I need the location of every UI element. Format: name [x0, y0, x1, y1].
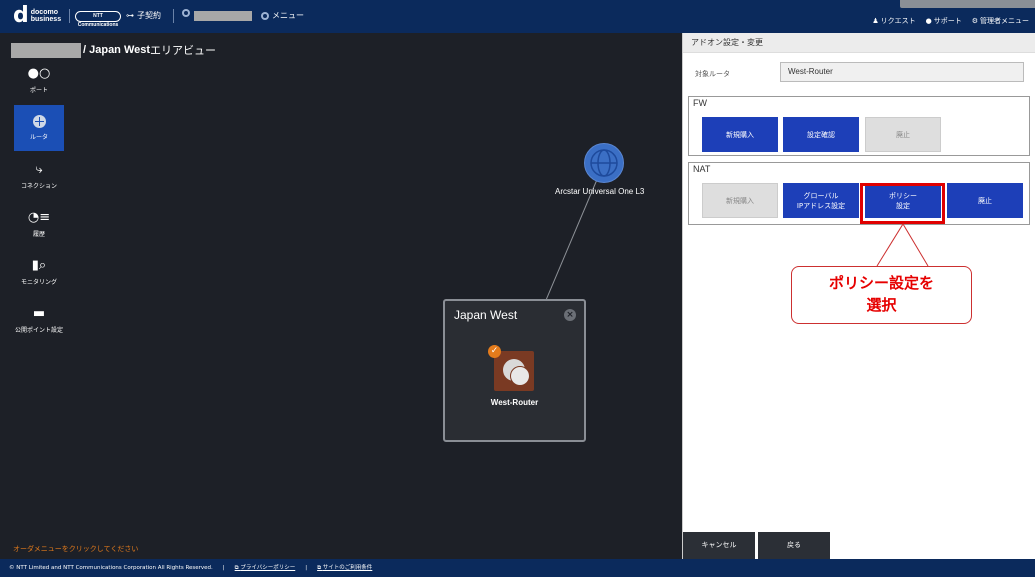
menu-label: メニュー: [272, 11, 304, 20]
question-icon: ●: [925, 17, 932, 25]
fw-settings-button[interactable]: 設定確認: [783, 117, 859, 152]
nat-purchase-button[interactable]: 新規購入: [702, 183, 778, 218]
panel-footer: キャンセル 戻る: [683, 532, 1035, 559]
nat-global-ip-button[interactable]: グローバル IPアドレス設定: [783, 183, 859, 218]
callout-line-2: 選択: [866, 296, 897, 314]
area-map[interactable]: / Japan West エリアビュー ●○ ポート ルータ ⤷ コネクション …: [0, 33, 682, 559]
breadcrumb: / Japan West エリアビュー: [11, 42, 216, 58]
terms-link[interactable]: ⧉ サイトのご利用条件: [317, 559, 372, 577]
nat-cancel-button[interactable]: 廃止: [947, 183, 1023, 218]
top-bar: d docomo business NTT Communications ⊶ 子…: [0, 0, 1035, 33]
panel-title: アドオン設定・変更: [683, 33, 1035, 53]
header-links: ♟ リクエスト ● サポート ⚙ 管理者メニュー: [872, 16, 1029, 26]
policy-button-highlight: [860, 183, 945, 224]
sidebar-item-monitoring[interactable]: ▮⌕ モニタリング: [6, 249, 72, 295]
history-icon: ◔≡: [27, 209, 51, 225]
fw-title: FW: [693, 98, 707, 108]
logo-text-2: business: [30, 16, 62, 23]
logo-text-1: docomo: [30, 9, 58, 16]
port-icon: ●○: [27, 65, 51, 81]
router-icon: [32, 115, 46, 128]
fw-purchase-button[interactable]: 新規購入: [702, 117, 778, 152]
footer: © NTT Limited and NTT Communications Cor…: [0, 559, 1035, 577]
sidebar-item-router[interactable]: ルータ: [14, 105, 64, 151]
check-icon: ✓: [488, 345, 501, 358]
masked-account-name: [194, 11, 252, 21]
breadcrumb-view: エリアビュー: [150, 45, 217, 57]
gear-icon: ⚙: [971, 17, 978, 25]
ntt-logo: NTT Communications: [75, 11, 121, 28]
contract-label: 子契約: [137, 11, 161, 20]
bell-icon: ♟: [872, 17, 879, 25]
support-link[interactable]: ● サポート: [926, 16, 962, 26]
logo-mark: d: [13, 3, 29, 28]
contract-icon: ⊶: [126, 11, 134, 20]
divider: [69, 9, 70, 23]
sidebar-item-history[interactable]: ◔≡ 履歴: [14, 201, 64, 247]
nat-title: NAT: [693, 164, 711, 174]
router-label: West-Router: [490, 398, 539, 407]
target-router-field: West-Router: [780, 62, 1024, 82]
contract-menu[interactable]: ⊶ 子契約: [126, 9, 161, 23]
monitoring-icon: ▮⌕: [31, 257, 47, 273]
router-node[interactable]: [494, 351, 534, 391]
target-router-label: 対象ルータ: [695, 70, 730, 78]
sidebar-item-publish-point[interactable]: ▬ 公開ポイント設定: [6, 297, 72, 343]
connection-icon: ⤷: [35, 161, 43, 177]
menu-button[interactable]: メニュー: [261, 9, 304, 23]
cloud-label: Arcstar Universal One L3: [555, 187, 645, 196]
menu-icon: [261, 12, 269, 20]
admin-menu-link[interactable]: ⚙ 管理者メニュー: [972, 16, 1029, 26]
masked-breadcrumb: [11, 42, 81, 58]
close-icon[interactable]: ×: [564, 309, 576, 321]
connection-line: [515, 162, 605, 372]
back-button[interactable]: 戻る: [758, 532, 830, 559]
cancel-button[interactable]: キャンセル: [683, 532, 755, 559]
area-box-japan-west[interactable]: Japan West × ✓ West-Router: [443, 299, 586, 442]
privacy-link[interactable]: ⧉ プライバシーポリシー: [235, 559, 296, 577]
copyright: © NTT Limited and NTT Communications Cor…: [9, 565, 213, 571]
area-title: Japan West: [454, 308, 518, 322]
fw-group: FW 新規購入 設定確認 廃止: [688, 96, 1030, 156]
nat-group: NAT 新規購入 グローバル IPアドレス設定 ポリシー 設定 廃止: [688, 162, 1030, 225]
docomo-business-logo[interactable]: d docomo business: [13, 3, 62, 28]
account-icon: [182, 9, 190, 17]
sidebar-item-connection[interactable]: ⤷ コネクション: [6, 153, 72, 199]
sidebar-item-port[interactable]: ●○ ポート: [14, 57, 64, 103]
globe-icon[interactable]: [584, 143, 624, 183]
order-message: オーダメニューをクリックしてください: [13, 545, 139, 553]
monitor-icon: ▬: [32, 305, 46, 321]
request-link[interactable]: ♟ リクエスト: [872, 16, 915, 26]
fw-cancel-button[interactable]: 廃止: [865, 117, 941, 152]
breadcrumb-area: / Japan West: [83, 44, 151, 56]
callout-line-1: ポリシー設定を: [828, 274, 934, 292]
account-selector[interactable]: [182, 9, 190, 17]
callout-box: ポリシー設定を 選択: [791, 266, 972, 324]
divider: [173, 9, 174, 23]
side-menu: ●○ ポート ルータ ⤷ コネクション ◔≡ 履歴 ▮⌕ モニタリング ▬ 公開…: [14, 57, 64, 345]
masked-top-right: [900, 0, 1035, 8]
